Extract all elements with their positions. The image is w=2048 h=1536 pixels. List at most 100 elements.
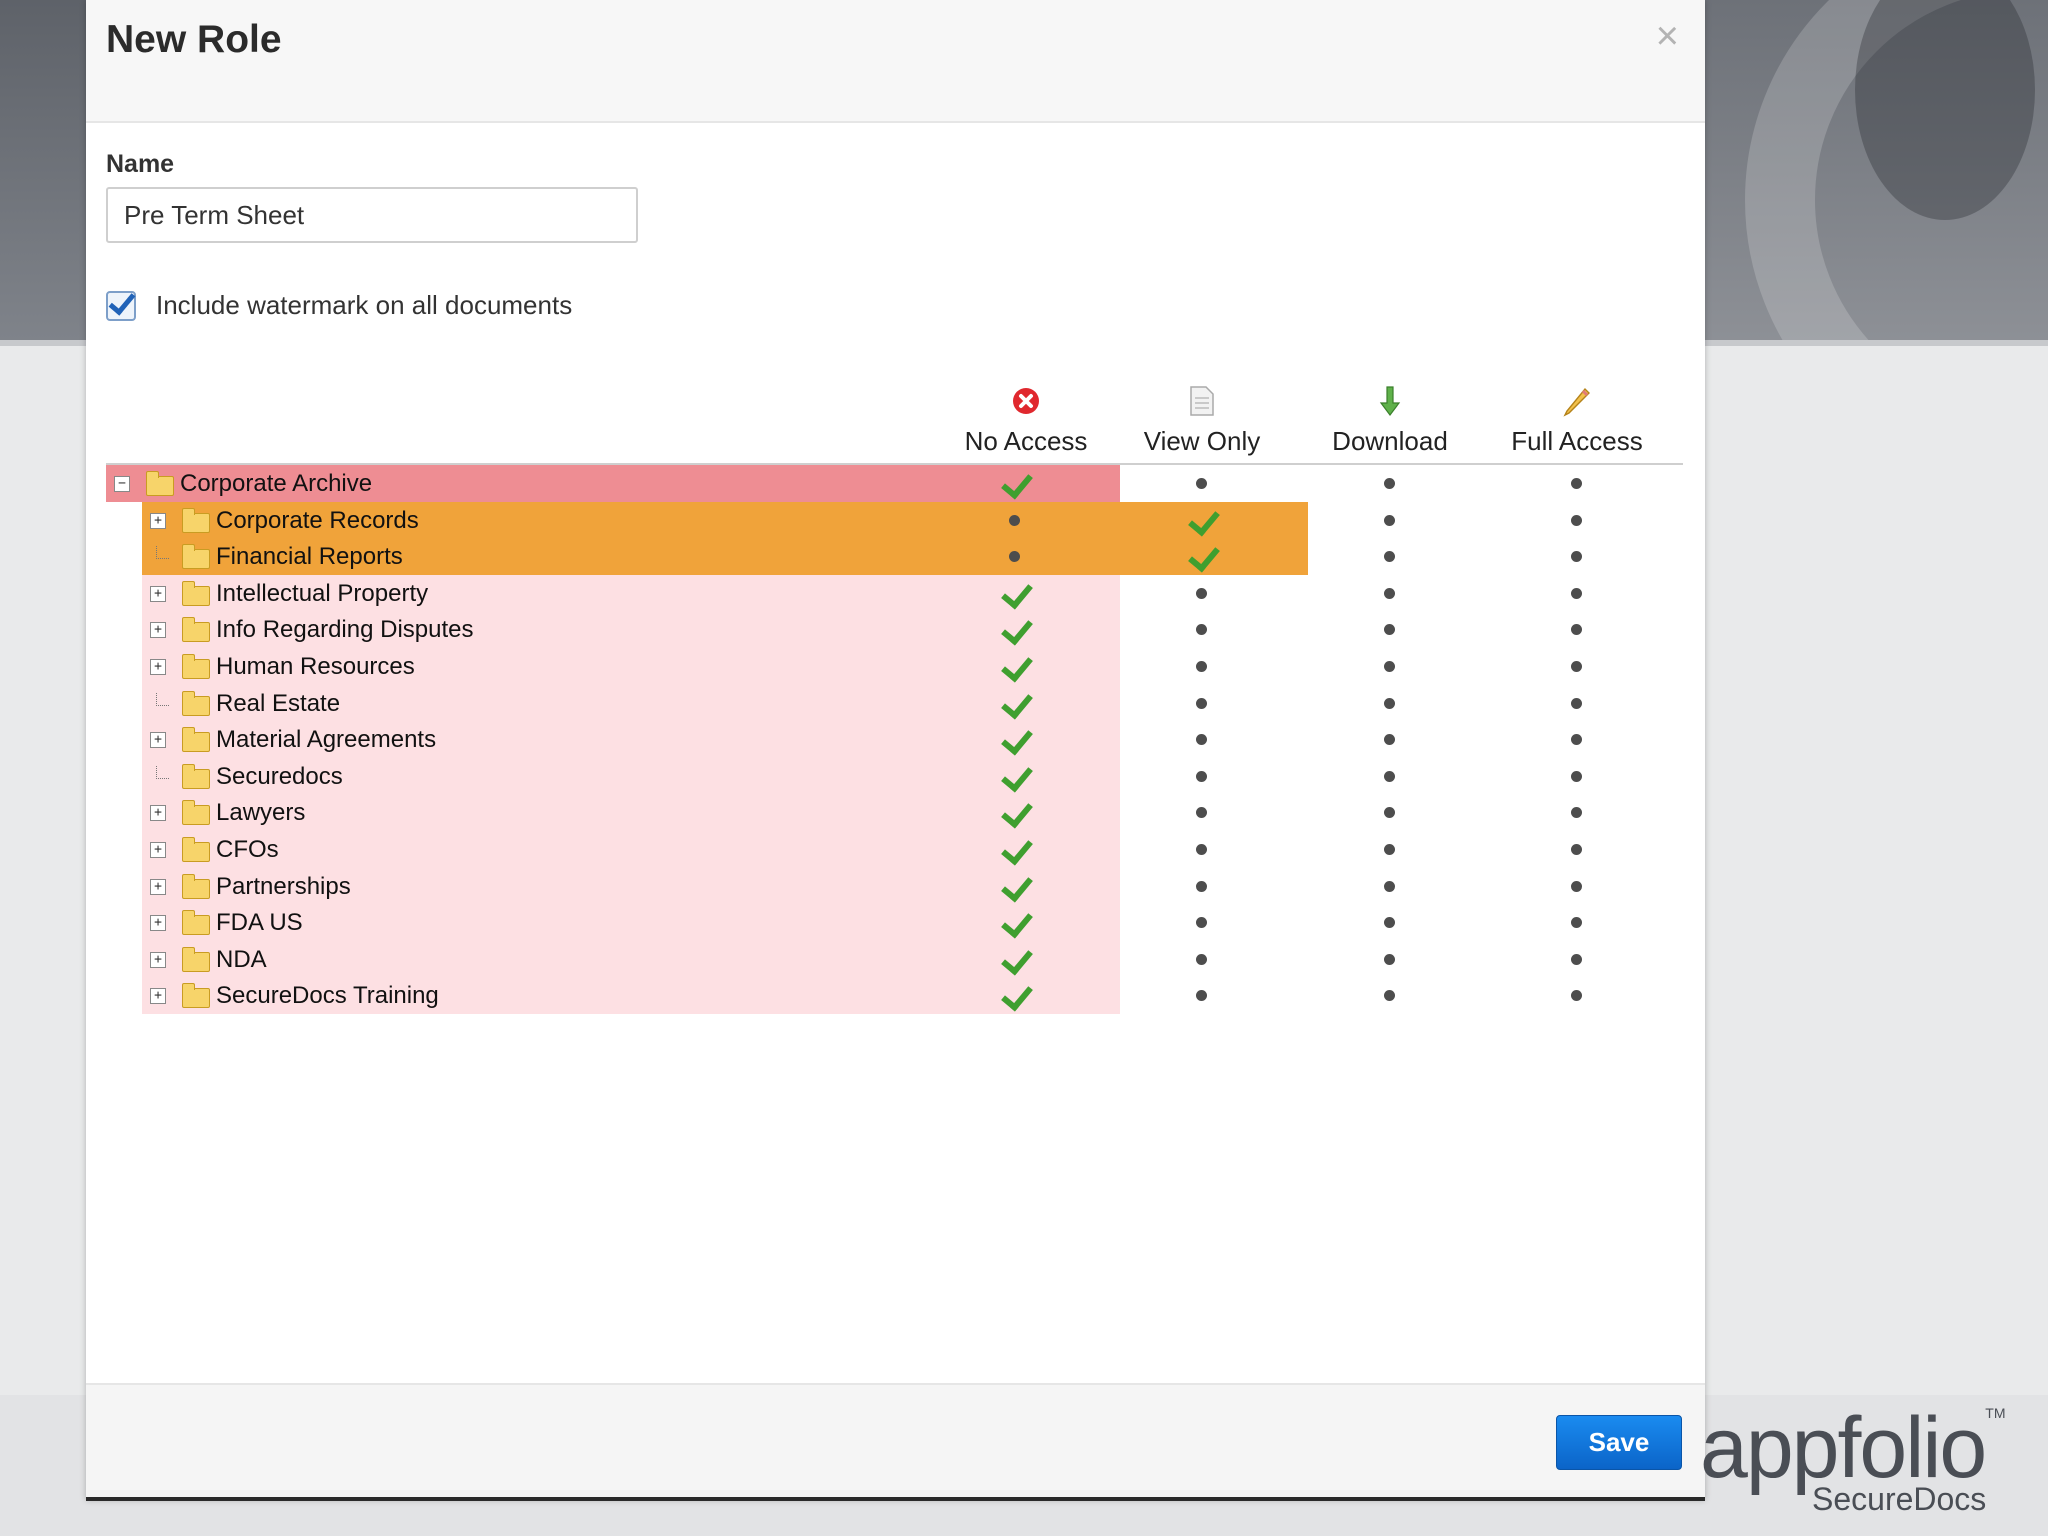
expand-icon[interactable]: + xyxy=(150,915,166,932)
permission-option-dot[interactable] xyxy=(1196,807,1207,819)
dialog-header: New Role × xyxy=(86,0,1705,123)
expand-icon[interactable]: + xyxy=(150,805,166,822)
permission-option-dot[interactable] xyxy=(1196,734,1207,746)
permission-option-dot[interactable] xyxy=(1196,917,1207,929)
folder-label[interactable]: FDA US xyxy=(216,909,303,937)
permission-option-dot[interactable] xyxy=(1384,880,1395,892)
permission-option-dot[interactable] xyxy=(1384,770,1395,782)
permission-option-dot[interactable] xyxy=(1384,734,1395,746)
column-header-view-only: View Only xyxy=(1117,384,1287,457)
folder-icon xyxy=(182,544,210,570)
folder-icon xyxy=(182,946,210,972)
permission-option-dot[interactable] xyxy=(1384,697,1395,709)
background-left-panel xyxy=(0,0,86,340)
expand-icon[interactable]: + xyxy=(150,659,166,675)
watermark-checkbox[interactable] xyxy=(106,290,136,321)
dialog-title: New Role xyxy=(106,18,282,61)
permission-option-dot[interactable] xyxy=(1196,844,1207,855)
folder-icon xyxy=(182,617,210,643)
permission-option-dot[interactable] xyxy=(1571,734,1582,746)
permission-option-dot[interactable] xyxy=(1384,917,1395,929)
document-icon xyxy=(1117,384,1287,418)
permission-option-dot[interactable] xyxy=(1571,661,1582,672)
permission-option-dot[interactable] xyxy=(1196,697,1207,709)
folder-label[interactable]: Corporate Records xyxy=(216,507,419,535)
folder-icon xyxy=(182,654,210,679)
tree-line xyxy=(156,765,169,779)
folder-label[interactable]: Corporate Archive xyxy=(180,470,372,498)
permission-option-dot[interactable] xyxy=(1384,551,1395,563)
permission-option-dot[interactable] xyxy=(1571,514,1582,526)
column-header-label: View Only xyxy=(1143,426,1261,456)
permission-option-dot[interactable] xyxy=(1196,587,1207,599)
expand-icon[interactable]: + xyxy=(150,512,166,529)
permission-option-dot[interactable] xyxy=(1196,661,1207,672)
new-role-dialog: New Role × Name Include watermark on all… xyxy=(86,0,1705,1500)
folder-label[interactable]: Financial Reports xyxy=(216,543,403,571)
column-header-label: Full Access xyxy=(1511,426,1643,456)
row-highlight xyxy=(142,831,1120,868)
expand-icon[interactable]: + xyxy=(150,878,166,895)
permission-option-dot[interactable] xyxy=(1009,514,1020,526)
logo-subtitle: SecureDocs xyxy=(1812,1481,1987,1517)
folder-label[interactable]: SecureDocs Training xyxy=(216,982,439,1010)
folder-label[interactable]: NDA xyxy=(216,946,267,974)
permission-option-dot[interactable] xyxy=(1384,587,1395,599)
folder-label[interactable]: Partnerships xyxy=(216,873,351,901)
folder-label[interactable]: Material Agreements xyxy=(216,726,436,754)
folder-label[interactable]: Intellectual Property xyxy=(216,580,428,608)
permission-option-dot[interactable] xyxy=(1571,990,1582,1002)
save-button[interactable]: Save xyxy=(1556,1415,1682,1470)
permission-option-dot[interactable] xyxy=(1384,624,1395,636)
permission-option-dot[interactable] xyxy=(1571,697,1582,709)
folder-icon xyxy=(182,800,210,826)
permission-option-dot[interactable] xyxy=(1571,770,1582,782)
folder-label[interactable]: CFOs xyxy=(216,836,279,864)
permission-option-dot[interactable] xyxy=(1196,478,1207,489)
permission-option-dot[interactable] xyxy=(1384,661,1395,672)
folder-label[interactable]: Securedocs xyxy=(216,763,343,791)
pencil-icon xyxy=(1492,384,1662,418)
permission-option-dot[interactable] xyxy=(1571,953,1582,965)
permission-option-dot[interactable] xyxy=(1571,587,1582,599)
folder-label[interactable]: Info Regarding Disputes xyxy=(216,616,473,644)
collapse-icon[interactable]: − xyxy=(114,476,130,492)
role-name-input[interactable] xyxy=(106,187,638,243)
permission-option-dot[interactable] xyxy=(1196,990,1207,1002)
permission-option-dot[interactable] xyxy=(1384,514,1395,526)
permission-option-dot[interactable] xyxy=(1571,478,1582,489)
permission-option-dot[interactable] xyxy=(1571,880,1582,892)
watermark-label: Include watermark on all documents xyxy=(156,290,573,320)
expand-icon[interactable]: + xyxy=(150,951,166,968)
expand-icon[interactable]: + xyxy=(150,988,166,1005)
permission-option-dot[interactable] xyxy=(1384,807,1395,819)
permission-option-dot[interactable] xyxy=(1571,807,1582,819)
permission-option-dot[interactable] xyxy=(1571,624,1582,636)
permission-option-dot[interactable] xyxy=(1384,990,1395,1002)
folder-icon xyxy=(182,837,210,862)
row-highlight xyxy=(142,940,1120,978)
expand-icon[interactable]: + xyxy=(150,622,166,639)
permission-option-dot[interactable] xyxy=(1571,551,1582,563)
permission-option-dot[interactable] xyxy=(1196,880,1207,892)
column-header-no-access: No Access xyxy=(941,384,1111,457)
permission-option-dot[interactable] xyxy=(1196,953,1207,965)
column-header-full-access: Full Access xyxy=(1492,384,1662,457)
folder-label[interactable]: Real Estate xyxy=(216,690,340,718)
expand-icon[interactable]: + xyxy=(150,842,166,858)
permission-option-dot[interactable] xyxy=(1384,953,1395,965)
folder-label[interactable]: Lawyers xyxy=(216,799,305,827)
permission-option-dot[interactable] xyxy=(1384,844,1395,855)
permission-option-dot[interactable] xyxy=(1571,844,1582,855)
folder-label[interactable]: Human Resources xyxy=(216,653,415,681)
expand-icon[interactable]: + xyxy=(150,732,166,749)
permission-option-dot[interactable] xyxy=(1384,478,1395,489)
expand-icon[interactable]: + xyxy=(150,585,166,602)
permission-option-dot[interactable] xyxy=(1571,917,1582,929)
download-arrow-icon xyxy=(1305,384,1475,418)
permission-option-dot[interactable] xyxy=(1196,770,1207,782)
background-right-panel xyxy=(1705,0,2048,340)
folder-icon xyxy=(182,873,210,899)
close-icon[interactable]: × xyxy=(1656,16,1679,56)
permission-option-dot[interactable] xyxy=(1196,624,1207,636)
